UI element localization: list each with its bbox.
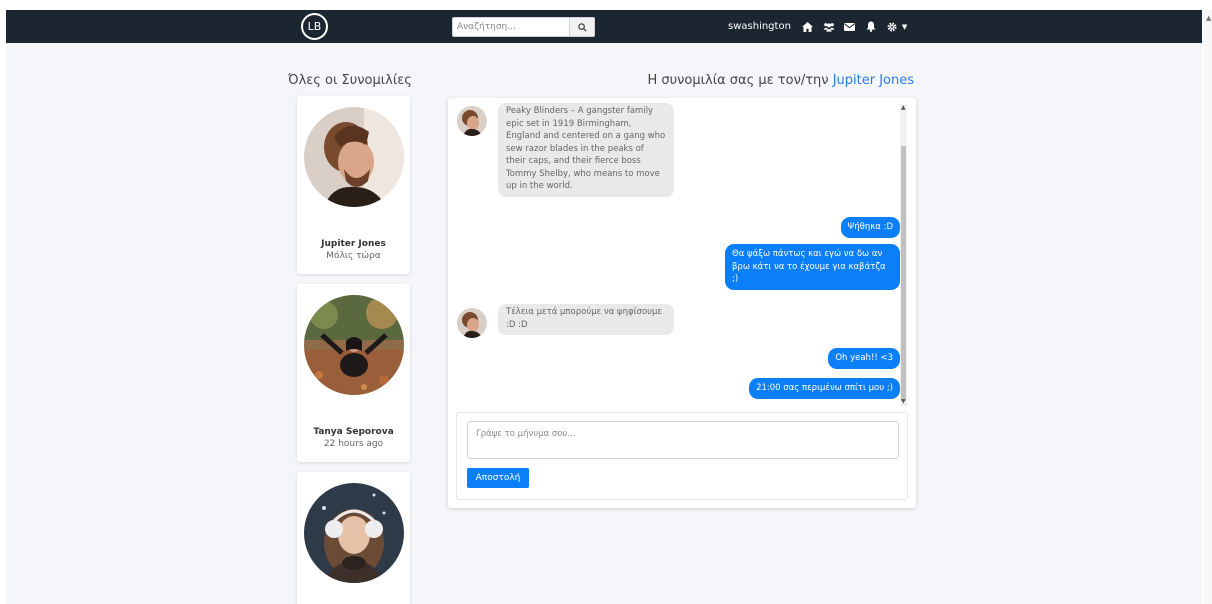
avatar	[457, 308, 487, 338]
username-link[interactable]: swashington	[728, 21, 791, 32]
message-outgoing: Oh yeah!! <3	[828, 348, 900, 369]
page-scrollbar[interactable]	[1204, 10, 1212, 604]
conversations-title: Όλες οι Συνομιλίες	[288, 73, 412, 88]
mail-icon[interactable]	[844, 21, 856, 33]
send-button[interactable]: Αποστολή	[467, 468, 529, 488]
contact-card[interactable]: Jupiter Jones Μόλις τώρα	[297, 96, 410, 274]
avatar	[304, 295, 404, 395]
avatar	[304, 107, 404, 207]
search-input[interactable]	[452, 17, 569, 37]
search-bar	[452, 17, 595, 37]
users-icon[interactable]	[823, 21, 835, 33]
message-outgoing: Ψήθηκα :D	[840, 217, 900, 238]
contact-card[interactable]	[297, 472, 410, 604]
search-button[interactable]	[569, 17, 595, 37]
avatar	[457, 106, 487, 136]
search-icon	[577, 22, 587, 32]
avatar	[304, 483, 404, 583]
chat-panel: Peaky Blinders – A gangster family epic …	[448, 98, 916, 508]
message-input[interactable]	[467, 421, 899, 459]
scroll-up-arrow-icon[interactable]: ▲	[901, 104, 906, 111]
home-icon[interactable]	[802, 21, 814, 33]
message-outgoing: 21:00 σας περιμένω σπίτι μου ;)	[749, 378, 900, 399]
page: LB swashington	[6, 10, 1202, 604]
chat-title-prefix: Η συνομιλία σας με τον/την	[647, 73, 833, 88]
chevron-down-icon[interactable]: ▼	[902, 23, 907, 31]
bell-icon[interactable]	[865, 21, 877, 33]
navbar: LB swashington	[6, 10, 1202, 43]
message-outgoing: Θα ψάξω πάντως και εγώ να δω αν βρω κάτι…	[725, 244, 900, 290]
contact-name: Jupiter Jones	[321, 239, 386, 249]
chat-partner-link[interactable]: Jupiter Jones	[833, 73, 914, 88]
contact-name: Tanya Seporova	[313, 427, 394, 437]
nav-right: swashington ▼	[728, 10, 907, 43]
message-list[interactable]: Peaky Blinders – A gangster family epic …	[448, 98, 916, 406]
logo[interactable]: LB	[301, 13, 328, 40]
message-scrollbar-thumb[interactable]	[901, 146, 906, 401]
contact-card[interactable]: Tanya Seporova 22 hours ago	[297, 284, 410, 462]
gear-icon[interactable]	[886, 21, 898, 33]
chat-title: Η συνομιλία σας με τον/την Jupiter Jones	[647, 73, 914, 88]
contact-time: 22 hours ago	[323, 439, 384, 449]
message-incoming: Peaky Blinders – A gangster family epic …	[498, 103, 674, 197]
scroll-down-arrow-icon[interactable]: ▼	[901, 398, 906, 405]
compose-box: Αποστολή	[456, 412, 908, 500]
message-incoming: Τέλεια μετά μπορούμε να ψηφίσουμε :D :D	[498, 304, 674, 335]
scroll-up-arrow-icon[interactable]: ▲	[1206, 14, 1211, 22]
contact-time: Μόλις τώρα	[326, 251, 381, 261]
